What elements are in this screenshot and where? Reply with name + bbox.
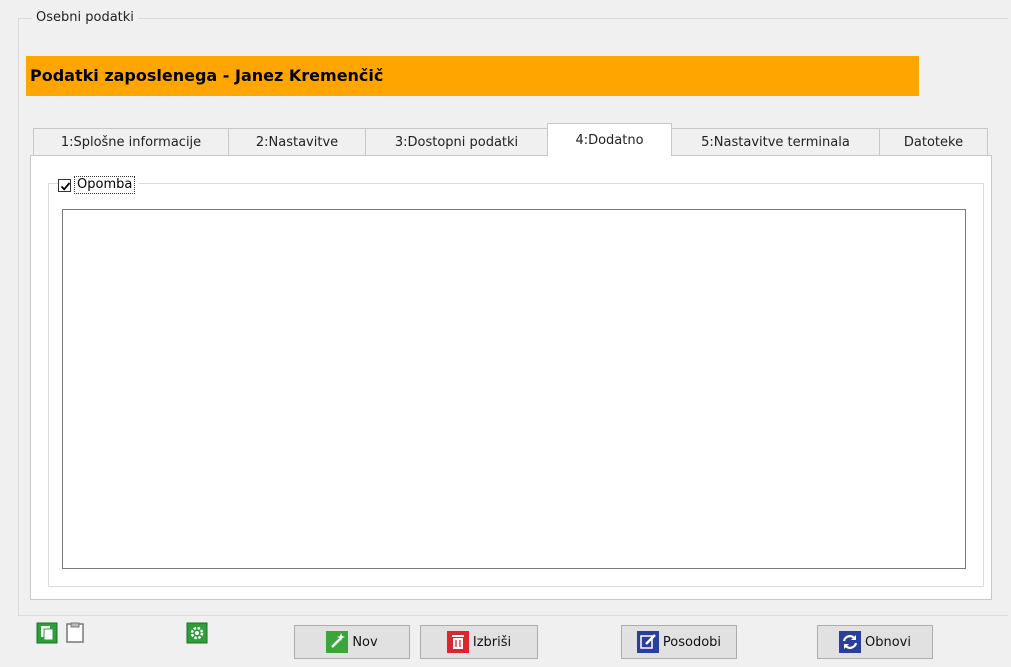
note-checkbox[interactable] bbox=[58, 178, 71, 192]
paste-icon[interactable] bbox=[64, 622, 86, 644]
copy-icon[interactable] bbox=[36, 622, 58, 644]
employee-header-bar: Podatki zaposlenega - Janez Kremenčič bbox=[26, 56, 919, 96]
new-button-label: Nov bbox=[352, 634, 378, 650]
employee-header-title: Podatki zaposlenega - Janez Kremenčič bbox=[30, 66, 384, 85]
new-button[interactable]: Nov bbox=[294, 625, 410, 659]
delete-button-label: Izbriši bbox=[472, 634, 512, 650]
tab-terminal-settings[interactable]: 5:Nastavitve terminala bbox=[671, 128, 880, 156]
checkmark-icon bbox=[60, 181, 71, 191]
refresh-button-label: Obnovi bbox=[865, 634, 911, 650]
tab-access-data[interactable]: 3:Dostopni podatki bbox=[365, 128, 548, 156]
tab-additional[interactable]: 4:Dodatno bbox=[547, 123, 672, 156]
group-legend: Osebni podatki bbox=[32, 10, 138, 25]
update-button[interactable]: Posodobi bbox=[621, 625, 737, 659]
refresh-icon bbox=[839, 631, 861, 653]
note-textarea[interactable] bbox=[62, 209, 966, 569]
settings-icon[interactable] bbox=[186, 622, 208, 644]
delete-button[interactable]: Izbriši bbox=[420, 625, 538, 659]
tab-general-info[interactable]: 1:Splošne informacije bbox=[33, 128, 229, 156]
edit-icon bbox=[636, 631, 659, 653]
refresh-button[interactable]: Obnovi bbox=[817, 625, 933, 659]
tab-files[interactable]: Datoteke bbox=[879, 128, 988, 156]
new-wand-icon bbox=[326, 631, 349, 653]
update-button-label: Posodobi bbox=[662, 634, 722, 650]
tab-settings[interactable]: 2:Nastavitve bbox=[228, 128, 366, 156]
trash-icon bbox=[446, 631, 469, 653]
note-checkbox-label: Opomba bbox=[74, 176, 136, 194]
note-checkbox-wrap[interactable]: Opomba bbox=[58, 175, 140, 195]
